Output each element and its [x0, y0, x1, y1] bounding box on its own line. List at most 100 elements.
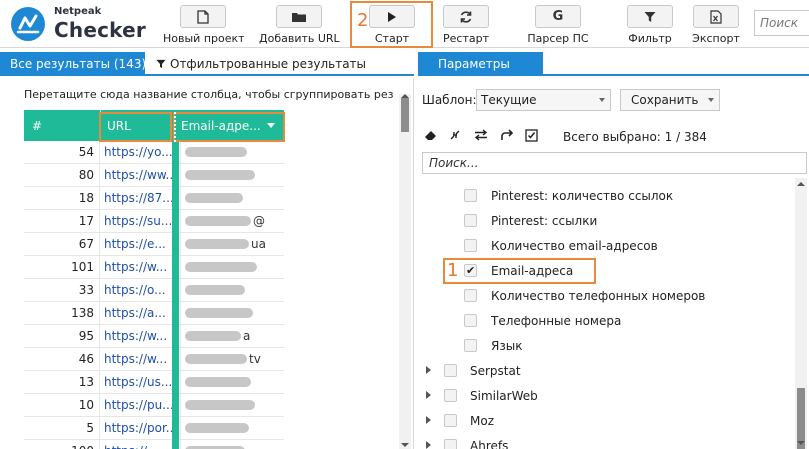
param-label: Pinterest: количество ссылок [491, 189, 674, 203]
param-group[interactable]: Serpstat [418, 359, 793, 383]
scrollbar-thumb[interactable] [401, 98, 409, 132]
scroll-down-icon[interactable] [797, 441, 805, 445]
cell-url[interactable]: https://87... [99, 187, 172, 210]
table-row[interactable]: 100 https://... [24, 440, 284, 449]
param-checkbox[interactable] [464, 214, 477, 227]
param-checkbox[interactable] [444, 364, 457, 377]
save-template-button[interactable]: Сохранить [620, 89, 720, 111]
param-item[interactable]: Телефонные номера [418, 309, 793, 333]
toolbar-search-input[interactable]: Поиск [754, 10, 809, 36]
cell-url[interactable]: https://pu... [99, 394, 172, 417]
expand-arrow-icon[interactable] [426, 416, 431, 424]
export-label: Экспорт [692, 32, 740, 45]
serp-parser-button[interactable]: G Парсер ПС [518, 4, 598, 46]
table-row[interactable]: 101 https://w... [24, 256, 284, 279]
params-search-input[interactable]: Поиск... [422, 152, 807, 174]
cell-url[interactable]: https://su... [99, 210, 172, 233]
table-row[interactable]: 46 https://w... tv [24, 348, 284, 371]
export-button[interactable]: Экспорт [676, 4, 756, 46]
redacted-email [185, 216, 251, 226]
table-row[interactable]: 18 https://87... [24, 187, 284, 210]
cell-url[interactable]: https://a... [99, 302, 172, 325]
param-group[interactable]: Moz [418, 409, 793, 433]
param-item[interactable]: Количество телефонных номеров [418, 284, 793, 308]
email-header-highlight [173, 112, 285, 142]
redo-arrow-icon[interactable] [498, 126, 516, 144]
cell-url[interactable]: https://w... [99, 325, 172, 348]
new-project-label: Новый проект [163, 32, 245, 45]
scroll-down-icon[interactable] [401, 443, 409, 447]
param-checkbox[interactable] [464, 314, 477, 327]
cell-email [180, 440, 284, 449]
new-project-button[interactable]: Новый проект [163, 4, 245, 46]
table-row[interactable]: 5 https://por... [24, 417, 284, 440]
add-url-label: Добавить URL [259, 32, 340, 45]
step-1-marker: 1 [447, 260, 459, 281]
table-row[interactable]: 67 https://e... ua [24, 233, 284, 256]
filter-icon [644, 11, 656, 22]
cell-email: a [180, 325, 284, 348]
param-group[interactable]: SimilarWeb [418, 384, 793, 408]
grid-scrollbar[interactable] [399, 94, 411, 449]
table-row[interactable]: 33 https://o... [24, 279, 284, 302]
col-header-num[interactable]: # [24, 110, 98, 141]
cell-url[interactable]: https://us... [99, 371, 172, 394]
param-label: SimilarWeb [470, 389, 538, 403]
table-row[interactable]: 54 https://yo... [24, 141, 284, 164]
cell-url[interactable]: https://e... [99, 233, 172, 256]
template-select[interactable]: Текущие [476, 89, 611, 111]
scroll-up-icon[interactable] [797, 182, 805, 186]
url-header-highlight [99, 112, 172, 142]
table-row[interactable]: 17 https://su... @ [24, 210, 284, 233]
checkbox-check-icon[interactable] [522, 126, 540, 144]
cell-url[interactable]: https://w... [99, 256, 172, 279]
param-item[interactable]: Количество email-адресов [418, 234, 793, 258]
cell-url[interactable]: https://yo... [99, 141, 172, 164]
cell-email [180, 417, 284, 440]
scrollbar-thumb[interactable] [797, 388, 805, 449]
cell-url[interactable]: https://por... [99, 417, 172, 440]
filter-icon [156, 59, 166, 69]
redacted-email [185, 308, 253, 318]
param-item[interactable]: Pinterest: ссылки [418, 209, 793, 233]
param-checkbox[interactable] [444, 414, 457, 427]
expand-arrow-icon[interactable] [426, 366, 431, 374]
tab-filtered-results[interactable]: Отфильтрованные результаты [150, 52, 366, 76]
param-checkbox[interactable] [464, 289, 477, 302]
redacted-email [185, 354, 247, 364]
email-param-highlight [443, 258, 596, 284]
param-checkbox[interactable] [464, 189, 477, 202]
param-group[interactable]: Ahrefs [418, 434, 793, 449]
cell-url[interactable]: https://ww... [99, 164, 172, 187]
file-icon [197, 9, 209, 24]
email-tail: ua [251, 237, 266, 251]
param-item[interactable]: Pinterest: количество ссылок [418, 184, 793, 208]
restart-label: Рестарт [443, 32, 489, 45]
add-url-button[interactable]: Добавить URL [259, 4, 340, 46]
param-item[interactable]: Язык [418, 334, 793, 358]
collapse-icon[interactable] [446, 126, 464, 144]
params-scrollbar[interactable] [795, 178, 807, 449]
swap-icon[interactable] [472, 126, 490, 144]
cell-email [180, 187, 284, 210]
expand-arrow-icon[interactable] [426, 391, 431, 399]
param-label: Moz [470, 414, 494, 428]
table-row[interactable]: 80 https://ww... [24, 164, 284, 187]
eraser-icon[interactable] [422, 126, 440, 144]
cell-num: 80 [78, 168, 94, 182]
table-row[interactable]: 13 https://us... [24, 371, 284, 394]
tab-all-results[interactable]: Все результаты (143) [0, 52, 146, 76]
expand-arrow-icon[interactable] [426, 441, 431, 449]
cell-url[interactable]: https://w... [99, 348, 172, 371]
table-row[interactable]: 10 https://pu... [24, 394, 284, 417]
param-checkbox[interactable] [464, 339, 477, 352]
table-row[interactable]: 138 https://a... [24, 302, 284, 325]
param-checkbox[interactable] [464, 239, 477, 252]
param-checkbox[interactable] [444, 439, 457, 449]
table-row[interactable]: 95 https://w... a [24, 325, 284, 348]
param-checkbox[interactable] [444, 389, 457, 402]
tab-params[interactable]: Параметры [418, 52, 543, 76]
cell-url[interactable]: https://... [99, 440, 172, 449]
cell-url[interactable]: https://o... [99, 279, 172, 302]
restart-button[interactable]: Рестарт [426, 4, 506, 46]
